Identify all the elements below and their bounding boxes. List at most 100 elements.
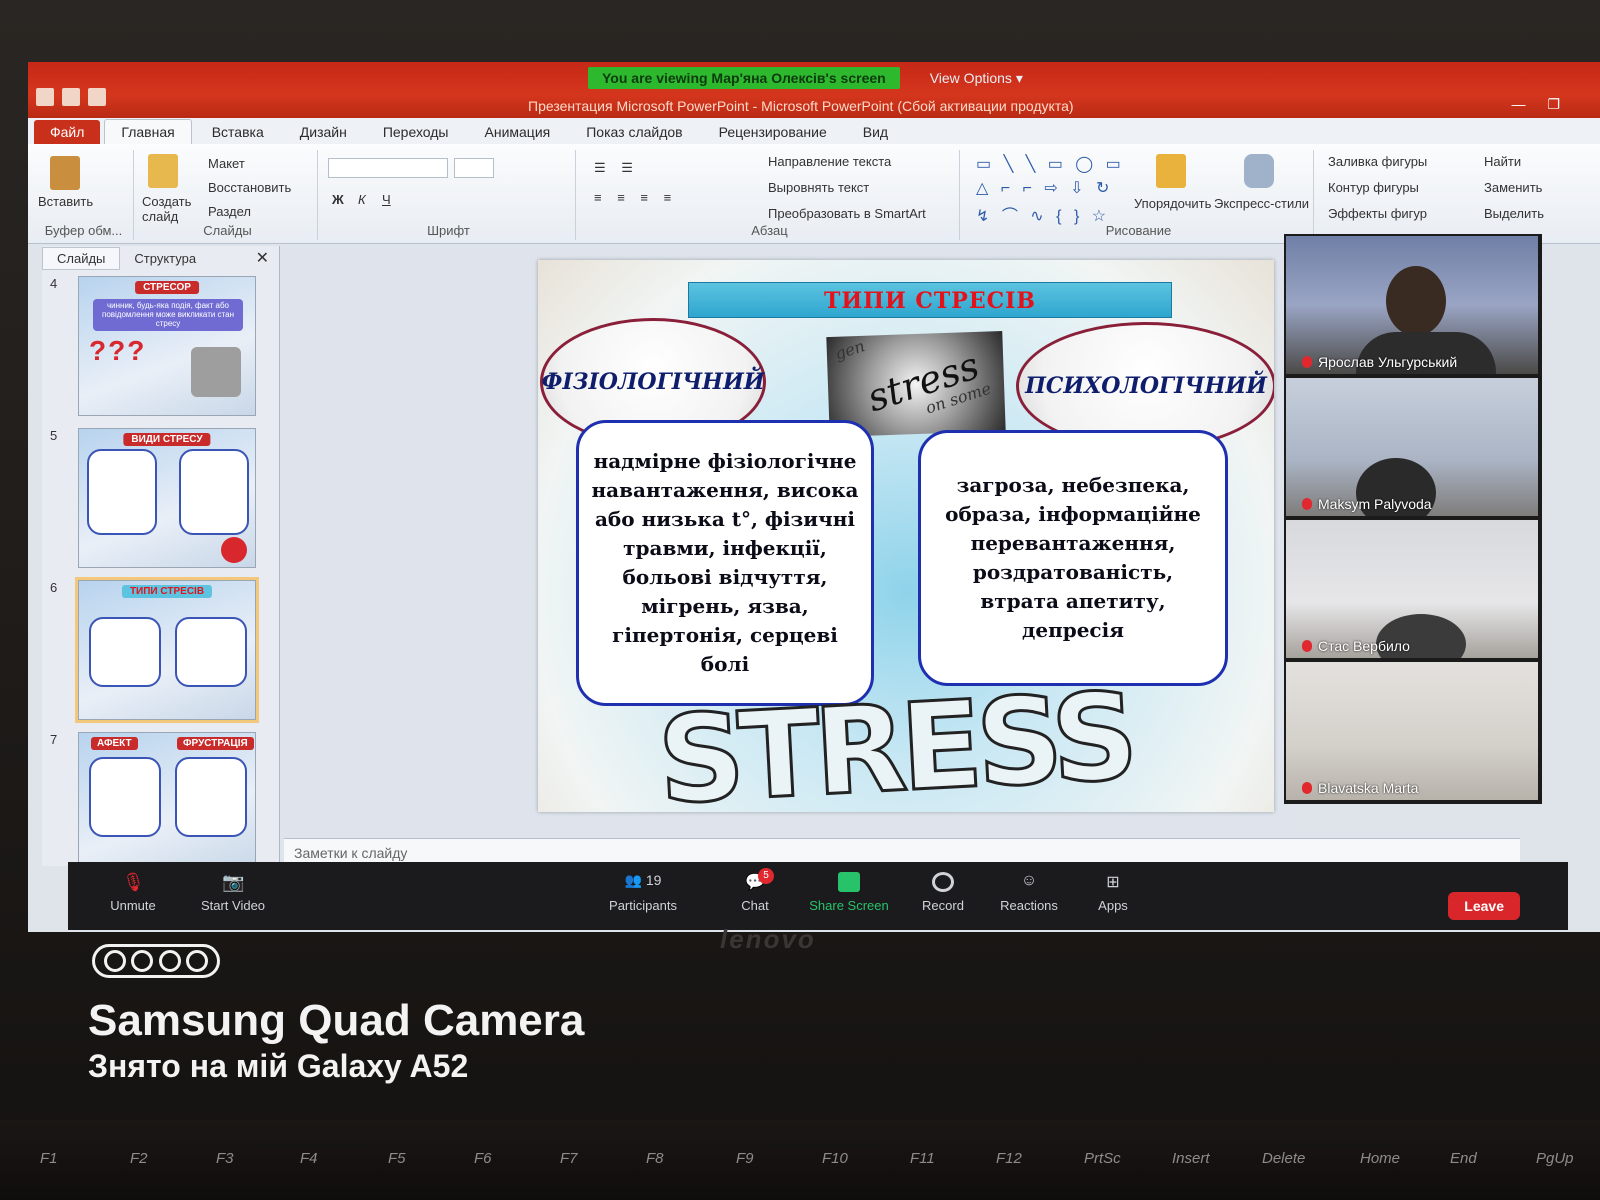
quick-styles-button[interactable]: Экспресс-стили — [1214, 196, 1309, 211]
font-size-select[interactable] — [454, 158, 494, 178]
arrange-icon[interactable] — [1156, 154, 1186, 188]
smartart-button[interactable]: Преобразовать в SmartArt — [768, 206, 926, 221]
new-slide-icon[interactable] — [148, 154, 178, 188]
video-tile[interactable]: Стас Вербило — [1286, 520, 1538, 658]
tab-slideshow[interactable]: Показ слайдов — [570, 120, 698, 144]
slide-number: 7 — [50, 732, 58, 747]
participants-label: Participants — [609, 898, 677, 913]
thumbnail-image: ВИДИ СТРЕСУ — [78, 428, 256, 568]
align-text-button[interactable]: Выровнять текст — [768, 180, 869, 195]
start-video-label: Start Video — [200, 898, 266, 913]
maximize-icon[interactable]: ❐ — [1547, 96, 1560, 113]
paste-button[interactable]: Вставить — [38, 194, 93, 209]
slide-title: ТИПИ СТРЕСІВ — [824, 288, 1036, 314]
key: F4 — [300, 1150, 318, 1167]
camera-off-icon: 📷 — [222, 872, 245, 892]
save-icon[interactable] — [36, 88, 54, 106]
section-button[interactable]: Раздел — [208, 204, 251, 219]
participant-name-text: Blavatska Marta — [1318, 780, 1419, 796]
mic-off-icon — [1302, 498, 1312, 510]
video-tile[interactable]: Ярослав Ульгурський — [1286, 236, 1538, 374]
shape-fill-button[interactable]: Заливка фигуры — [1328, 154, 1427, 169]
text-direction-button[interactable]: Направление текста — [768, 154, 891, 169]
arrange-button[interactable]: Упорядочить — [1134, 196, 1211, 211]
slide-6[interactable]: ТИПИ СТРЕСІВ ФІЗІОЛОГІЧНИЙ ПСИХОЛОГІЧНИЙ… — [538, 260, 1274, 812]
key: PgUp — [1536, 1150, 1574, 1167]
record-label: Record — [922, 898, 964, 913]
tab-home[interactable]: Главная — [104, 119, 192, 144]
key: F1 — [40, 1150, 58, 1167]
new-slide-button[interactable]: Создать слайд — [142, 194, 202, 224]
tab-slides[interactable]: Слайды — [42, 246, 121, 270]
video-tile[interactable]: Blavatska Marta — [1286, 662, 1538, 800]
participants-count: 19 — [645, 872, 662, 888]
unmute-button[interactable]: 🎙 Unmute — [88, 872, 178, 913]
thumbnail-box-right — [179, 449, 249, 535]
mic-off-icon — [1302, 356, 1312, 368]
thumbnail-title: ВИДИ СТРЕСУ — [123, 433, 211, 446]
share-screen-button[interactable]: Share Screen — [804, 872, 894, 913]
shapes-gallery[interactable]: ▭ ╲ ╲ ▭ ◯ ▭ — [976, 154, 1125, 174]
record-button[interactable]: Record — [898, 872, 988, 913]
key: F2 — [130, 1150, 148, 1167]
bullets-icon[interactable]: ☰ ☰ — [594, 160, 639, 176]
participants-button[interactable]: 👥 19 Participants — [598, 872, 688, 913]
tab-review[interactable]: Рецензирование — [703, 120, 843, 144]
pane-tabs: Слайды Структура ✕ — [42, 246, 279, 270]
tab-design[interactable]: Дизайн — [284, 120, 363, 144]
tab-transitions[interactable]: Переходы — [367, 120, 465, 144]
find-button[interactable]: Найти — [1484, 154, 1521, 169]
reactions-icon: ☺ — [1020, 872, 1038, 889]
tab-view[interactable]: Вид — [847, 120, 904, 144]
key: F6 — [474, 1150, 492, 1167]
shape-outline-button[interactable]: Контур фигуры — [1328, 180, 1419, 195]
tab-insert[interactable]: Вставка — [196, 120, 280, 144]
thumbnail-box-left — [89, 617, 161, 687]
participant-head — [1386, 266, 1446, 336]
paste-icon[interactable] — [50, 156, 80, 190]
replace-button[interactable]: Заменить — [1484, 180, 1542, 195]
slide-number: 5 — [50, 428, 58, 443]
thumbnail-box-left — [89, 757, 161, 837]
ribbon-tabs: Файл Главная Вставка Дизайн Переходы Ани… — [28, 118, 1600, 144]
lens-circle — [158, 950, 181, 972]
view-options-button[interactable]: View Options ▾ — [920, 67, 1033, 90]
tab-outline[interactable]: Структура — [120, 248, 210, 269]
video-tile[interactable]: Maksym Palyvoda — [1286, 378, 1538, 516]
slides-group: Создать слайд Макет Восстановить Раздел … — [138, 150, 318, 240]
reset-button[interactable]: Восстановить — [208, 180, 291, 195]
slide-canvas[interactable]: ТИПИ СТРЕСІВ ФІЗІОЛОГІЧНИЙ ПСИХОЛОГІЧНИЙ… — [284, 246, 1284, 836]
slides-group-label: Слайды — [203, 223, 252, 238]
start-video-button[interactable]: 📷 Start Video — [188, 872, 278, 913]
key: F9 — [736, 1150, 754, 1167]
underline-icon[interactable]: Ч — [382, 192, 391, 207]
notes-pane[interactable]: Заметки к слайду — [284, 838, 1520, 864]
key: F11 — [910, 1150, 935, 1167]
quick-styles-icon[interactable] — [1244, 154, 1274, 188]
participant-name: Ярослав Ульгурський — [1302, 354, 1457, 370]
select-button[interactable]: Выделить — [1484, 206, 1544, 221]
quick-access-toolbar — [36, 88, 106, 106]
zoom-viewing-banner: You are viewing Мар'яна Олексів's screen… — [588, 66, 1033, 90]
minimize-icon[interactable]: — — [1511, 96, 1525, 113]
shape-effects-button[interactable]: Эффекты фигур — [1328, 206, 1427, 221]
tab-file[interactable]: Файл — [34, 120, 101, 144]
watermark-title: Samsung Quad Camera — [88, 996, 585, 1045]
thumbnail-box-right — [175, 757, 247, 837]
chat-button[interactable]: 💬 5 Chat — [710, 868, 800, 913]
key: End — [1450, 1150, 1477, 1167]
chat-icon: 💬 5 — [744, 868, 774, 892]
close-icon[interactable]: ✕ — [256, 248, 269, 268]
leave-button[interactable]: Leave — [1448, 892, 1520, 920]
paragraph-group-label: Абзац — [751, 223, 788, 238]
tab-animation[interactable]: Анимация — [469, 120, 567, 144]
redo-icon[interactable] — [88, 88, 106, 106]
undo-icon[interactable] — [62, 88, 80, 106]
layout-button[interactable]: Макет — [208, 156, 245, 171]
reactions-button[interactable]: ☺ Reactions — [984, 872, 1074, 913]
italic-icon[interactable]: К — [358, 192, 366, 207]
align-icons[interactable]: ≡ ≡ ≡ ≡ — [594, 190, 677, 205]
apps-button[interactable]: ⊞ Apps — [1068, 872, 1158, 913]
font-name-select[interactable] — [328, 158, 448, 178]
bold-icon[interactable]: Ж — [332, 192, 344, 207]
